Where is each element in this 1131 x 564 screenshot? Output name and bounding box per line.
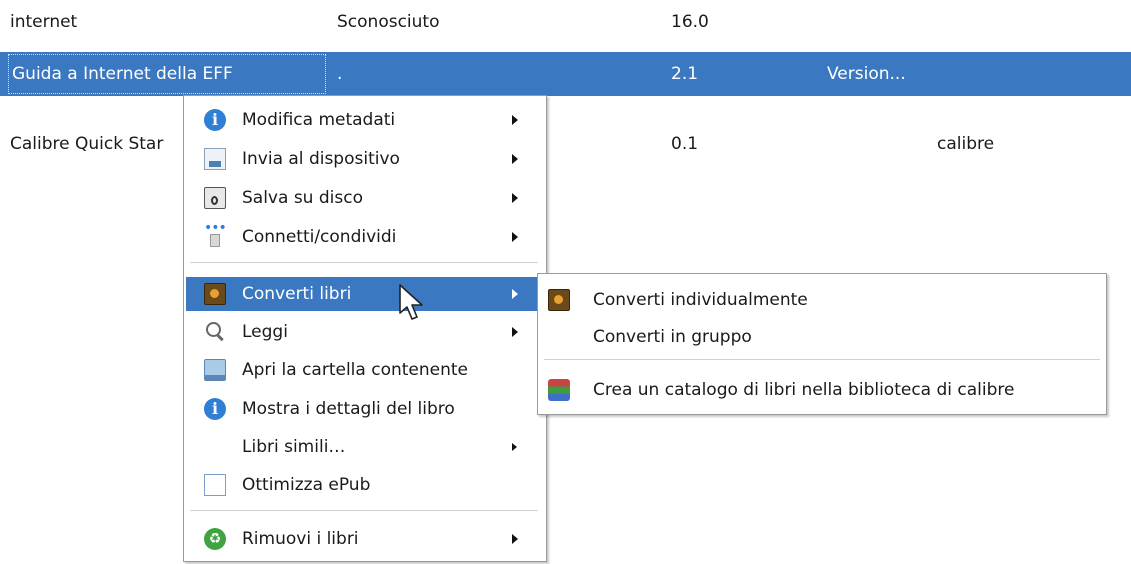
menu-item-open-containing-folder[interactable]: Apri la cartella contenente: [186, 353, 542, 387]
size-cell: 16.0: [671, 12, 709, 32]
connect-icon: [204, 220, 226, 248]
menu-item-label: Rimuovi i libri: [242, 529, 359, 549]
device-icon: [204, 148, 226, 170]
title-cell: Calibre Quick Star: [10, 134, 164, 154]
menu-item-read[interactable]: Leggi: [186, 315, 542, 349]
menu-item-label: Connetti/condividi: [242, 227, 397, 247]
menu-item-convert-books[interactable]: Converti libri: [186, 277, 542, 311]
folder-icon: [204, 359, 226, 381]
convert-submenu: Converti individualmente Converti in gru…: [537, 273, 1107, 415]
submenu-item-convert-bulk[interactable]: Converti in gruppo: [540, 320, 1102, 354]
submenu-item-convert-individually[interactable]: Converti individualmente: [540, 283, 1102, 317]
menu-item-label: Invia al dispositivo: [242, 149, 400, 169]
menu-separator: [544, 359, 1100, 360]
convert-book-icon: [548, 289, 570, 311]
convert-book-icon: [204, 283, 226, 305]
info-icon: i: [204, 109, 226, 131]
submenu-arrow-icon: [512, 193, 518, 203]
menu-separator: [190, 262, 538, 263]
size-cell: 0.1: [671, 134, 699, 154]
author-cell: Sconosciuto: [337, 12, 440, 32]
menu-item-label: Leggi: [242, 322, 288, 342]
table-row[interactable]: internet Sconosciuto 16.0: [0, 0, 1131, 44]
menu-item-label: Ottimizza ePub: [242, 475, 371, 495]
submenu-arrow-icon: [512, 115, 518, 125]
submenu-arrow-icon: [512, 327, 518, 337]
series-cell: Version...: [827, 64, 906, 84]
tags-cell: calibre: [937, 134, 995, 154]
menu-item-label: Converti individualmente: [593, 290, 808, 310]
submenu-arrow-icon: [512, 443, 517, 451]
title-cell: Guida a Internet della EFF: [6, 52, 328, 96]
menu-item-label: Crea un catalogo di libri nella bibliote…: [593, 380, 1015, 400]
submenu-arrow-icon: [512, 289, 518, 299]
submenu-arrow-icon: [512, 154, 518, 164]
recycle-icon: ♻: [204, 528, 226, 550]
table-row-selected[interactable]: Guida a Internet della EFF . 2.1 Version…: [0, 52, 1131, 96]
save-icon: [204, 187, 226, 209]
menu-item-label: Salva su disco: [242, 188, 363, 208]
menu-item-save-to-disk[interactable]: Salva su disco: [186, 181, 542, 215]
menu-item-send-to-device[interactable]: Invia al dispositivo: [186, 142, 542, 176]
catalog-icon: [548, 379, 570, 401]
menu-item-edit-metadata[interactable]: i Modifica metadati: [186, 103, 542, 137]
epub-icon: [204, 474, 226, 496]
menu-item-label: Libri simili…: [242, 437, 346, 457]
menu-separator: [190, 510, 538, 511]
menu-item-remove-books[interactable]: ♻ Rimuovi i libri: [186, 522, 542, 556]
title-cell: internet: [10, 12, 78, 32]
table-row[interactable]: Calibre Quick Star 0.1 calibre: [0, 122, 1131, 166]
search-icon: [204, 321, 226, 343]
menu-item-label: Mostra i dettagli del libro: [242, 399, 455, 419]
submenu-arrow-icon: [512, 232, 518, 242]
submenu-arrow-icon: [512, 534, 518, 544]
menu-item-show-book-details[interactable]: i Mostra i dettagli del libro: [186, 392, 542, 426]
author-cell: .: [337, 64, 343, 84]
menu-item-similar-books[interactable]: Libri simili…: [186, 430, 542, 464]
menu-item-connect-share[interactable]: Connetti/condividi: [186, 220, 542, 254]
menu-item-label: Apri la cartella contenente: [242, 360, 469, 380]
info-icon: i: [204, 398, 226, 420]
menu-item-optimize-epub[interactable]: Ottimizza ePub: [186, 468, 542, 502]
context-menu: i Modifica metadati Invia al dispositivo…: [183, 95, 547, 562]
menu-item-label: Modifica metadati: [242, 110, 396, 130]
size-cell: 2.1: [671, 64, 699, 84]
menu-item-label: Converti libri: [242, 284, 352, 304]
menu-item-label: Converti in gruppo: [593, 327, 752, 347]
submenu-item-create-catalog[interactable]: Crea un catalogo di libri nella bibliote…: [540, 373, 1102, 407]
